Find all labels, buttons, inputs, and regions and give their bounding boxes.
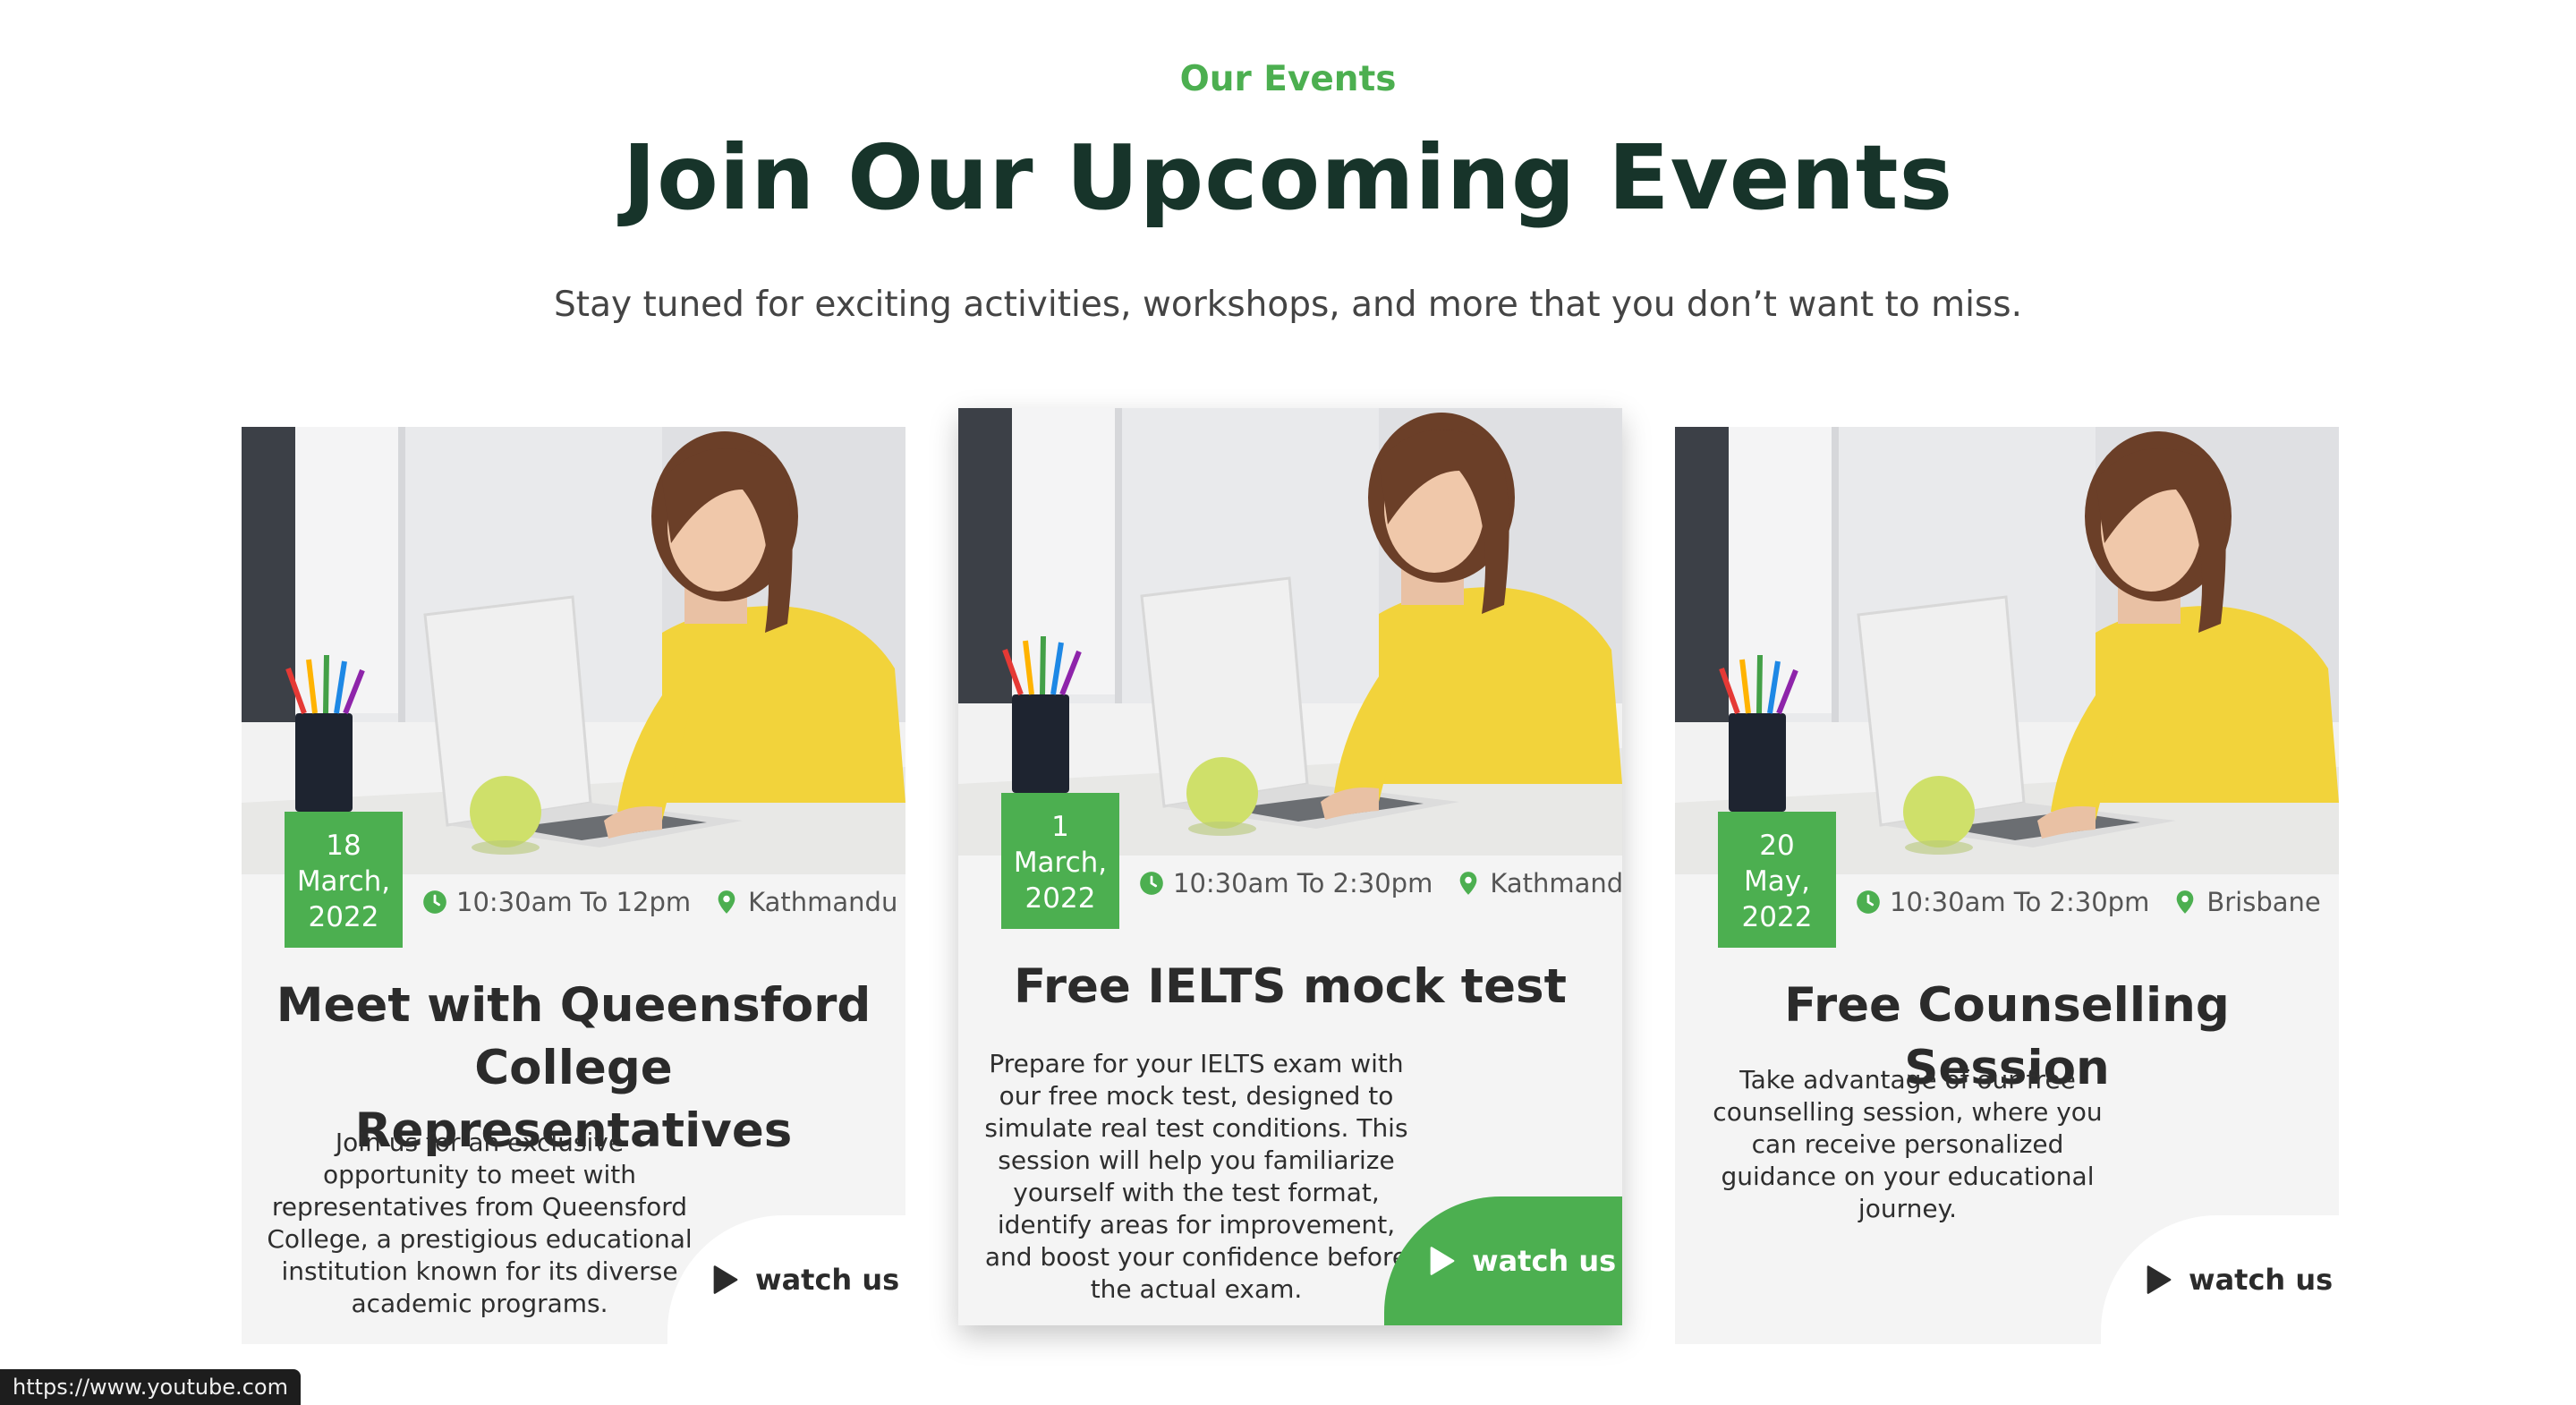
watch-us-label: watch us (2189, 1263, 2334, 1297)
date-badge: 1 March, 2022 (1001, 793, 1119, 929)
event-photo (242, 427, 905, 874)
event-meta: 10:30am To 12pm Kathmandu (422, 881, 897, 923)
event-description: Take advantage of our free counselling s… (1713, 1065, 2103, 1223)
watch-us-label: watch us (755, 1263, 900, 1297)
event-title: Free IELTS mock test (1014, 959, 1567, 1014)
event-photo (1675, 427, 2339, 874)
event-description: Join us for an exclusive opportunity to … (267, 1128, 693, 1318)
date-year: 2022 (1024, 882, 1096, 915)
date-day: 18 (326, 830, 361, 862)
clock-icon (1856, 890, 1881, 915)
event-location: Kathmandu (1490, 868, 1622, 898)
play-icon (1429, 1246, 1456, 1276)
event-time: 10:30am To 12pm (456, 887, 692, 917)
event-meta: 10:30am To 2:30pm Brisbane (1856, 881, 2321, 923)
date-day: 1 (1051, 811, 1069, 843)
date-day: 20 (1759, 830, 1795, 862)
section-eyebrow: Our Events (1179, 59, 1397, 99)
event-card[interactable]: 18 March, 2022 10:30am To 12pm Kathmandu… (242, 427, 905, 1344)
event-description: Prepare for your IELTS exam with our fre… (984, 1049, 1408, 1304)
section-subtitle: Stay tuned for exciting activities, work… (554, 285, 2022, 325)
section-title: Join Our Upcoming Events (622, 125, 1954, 230)
map-pin-icon (714, 890, 739, 915)
play-icon (2146, 1264, 2172, 1295)
clock-icon (1139, 871, 1164, 896)
watch-us-button[interactable]: watch us (667, 1215, 905, 1344)
event-meta: 10:30am To 2:30pm Kathmandu (1139, 863, 1622, 904)
event-time: 10:30am To 2:30pm (1173, 868, 1433, 898)
date-year: 2022 (1741, 901, 1813, 933)
date-month: March, (1013, 847, 1108, 879)
date-badge: 20 May, 2022 (1718, 812, 1836, 948)
date-year: 2022 (308, 901, 379, 933)
event-card[interactable]: 20 May, 2022 10:30am To 2:30pm Brisbane … (1675, 427, 2339, 1344)
map-pin-icon (1456, 871, 1481, 896)
map-pin-icon (2172, 890, 2198, 915)
play-icon (712, 1264, 739, 1295)
date-month: May, (1744, 865, 1810, 898)
event-time: 10:30am To 2:30pm (1890, 887, 2150, 917)
clock-icon (422, 890, 447, 915)
event-photo (958, 408, 1622, 856)
event-card-featured[interactable]: 1 March, 2022 10:30am To 2:30pm Kathmand… (958, 408, 1622, 1325)
event-location: Kathmandu (748, 887, 898, 917)
date-month: March, (296, 865, 391, 898)
watch-us-label: watch us (1472, 1244, 1617, 1278)
date-badge: 18 March, 2022 (285, 812, 403, 948)
watch-us-button[interactable]: watch us (2101, 1215, 2339, 1344)
link-preview-url: https://www.youtube.com (0, 1369, 301, 1405)
event-location: Brisbane (2206, 887, 2321, 917)
